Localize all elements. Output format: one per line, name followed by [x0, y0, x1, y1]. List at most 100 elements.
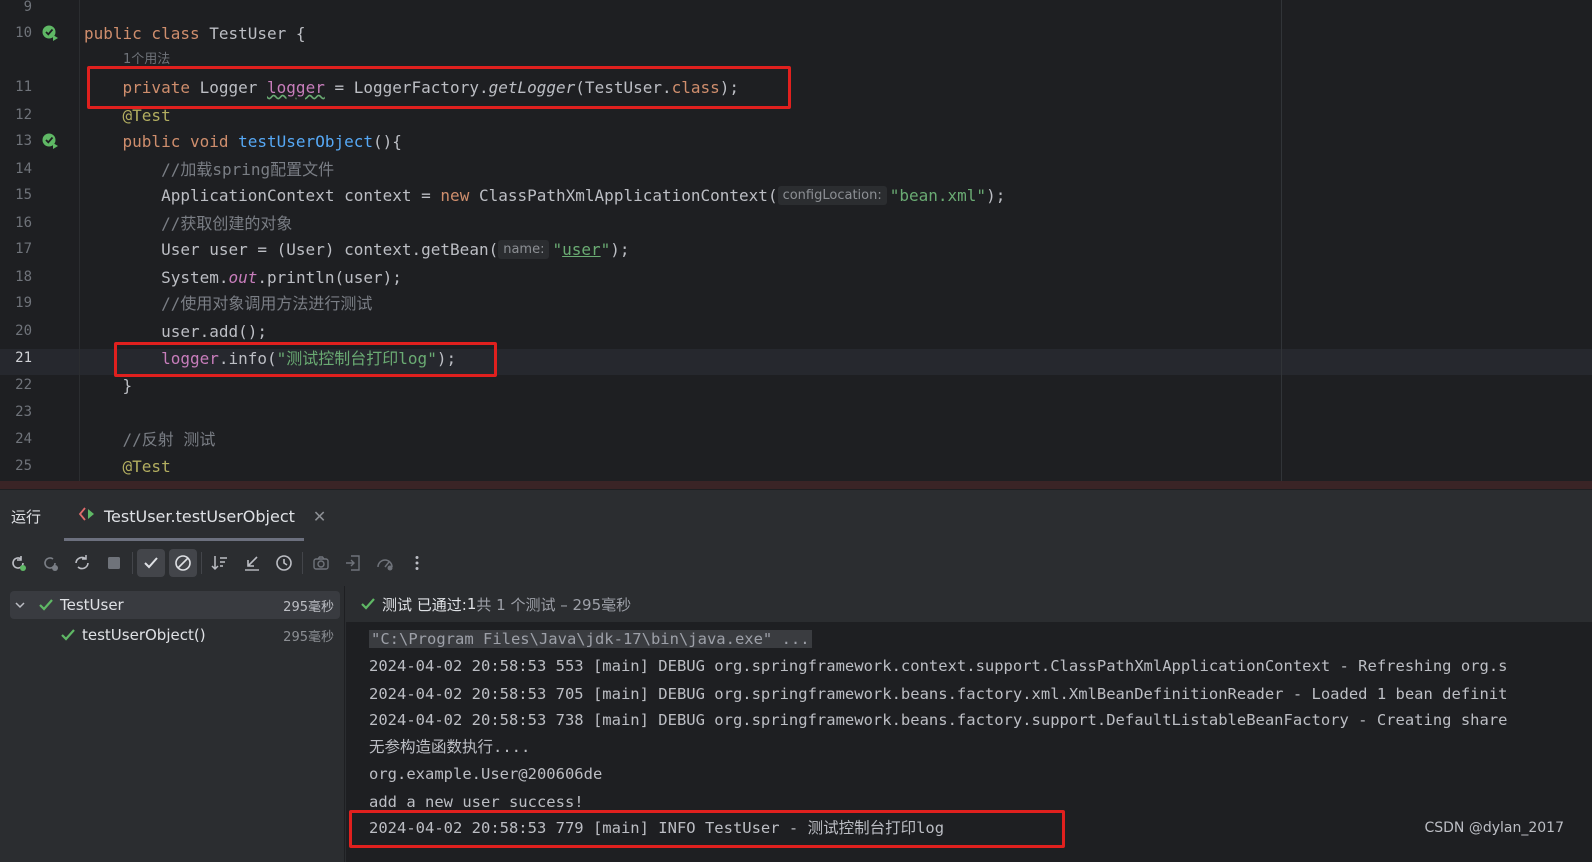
- status-count: 1: [466, 595, 477, 613]
- line-number: 23: [15, 404, 32, 420]
- code-line-16: 16 //获取创建的对象: [0, 210, 1592, 237]
- import-tests-button[interactable]: [339, 549, 367, 577]
- line-number: 18: [15, 269, 32, 285]
- code-comment: //使用对象调用方法进行测试: [161, 294, 373, 313]
- console-line: org.example.User@200606de: [369, 765, 603, 783]
- run-test-gutter-icon[interactable]: [40, 131, 60, 151]
- code-text: public class TestUser {: [84, 24, 306, 43]
- code-text: //获取创建的对象: [84, 210, 292, 237]
- console-line: 无参构造函数执行....: [369, 738, 531, 756]
- toggle-auto-test-button[interactable]: [68, 549, 96, 577]
- passed-check-icon: [38, 597, 54, 613]
- tree-item-label: TestUser: [60, 596, 124, 614]
- code-text: user.add();: [84, 322, 268, 341]
- line-number: 10: [15, 25, 32, 41]
- highlight-box-log-output: [349, 810, 1065, 848]
- watermark: CSDN @dylan_2017: [1424, 820, 1564, 836]
- java-command: "C:\Program Files\Java\jdk-17\bin\java.e…: [369, 630, 812, 648]
- code-line-25: 25 @Test: [0, 453, 1592, 480]
- rerun-button[interactable]: [4, 549, 32, 577]
- toolbar-separator: [302, 552, 303, 574]
- code-line-18: 18 System.out.println(user);: [0, 264, 1592, 291]
- code-line-23: 23: [0, 399, 1592, 426]
- code-text: ApplicationContext context = new ClassPa…: [84, 186, 1006, 205]
- partial-next-line: [0, 481, 1592, 489]
- code-comment: //获取创建的对象: [161, 214, 293, 233]
- test-duration: 295毫秒: [283, 599, 334, 615]
- code-line-13: 13 public void testUserObject(){: [0, 128, 1592, 155]
- run-toolbar: [0, 546, 1592, 580]
- code-line-19: 19 //使用对象调用方法进行测试: [0, 290, 1592, 317]
- run-tab[interactable]: TestUser.testUserObject ✕: [78, 503, 326, 529]
- code-line-14: 14 //加载spring配置文件: [0, 156, 1592, 183]
- highlight-box-logger-field: [87, 66, 791, 109]
- rerun-failed-button[interactable]: [36, 549, 64, 577]
- toolbar-separator: [132, 552, 133, 574]
- chevron-down-icon[interactable]: [14, 599, 30, 611]
- code-editor[interactable]: 9 10 public class TestUser { 1个用法 11 pri…: [0, 0, 1592, 489]
- line-number: 17: [15, 241, 32, 257]
- line-number: 12: [15, 107, 32, 123]
- code-line-17: 17 User user = (User) context.getBean(na…: [0, 236, 1592, 263]
- test-status-bar: 测试 已通过: 1 共 1 个测试 – 295毫秒: [346, 586, 1592, 622]
- code-text: //反射 测试: [84, 426, 216, 453]
- passed-check-icon: [360, 596, 376, 612]
- code-comment: //反射 测试: [122, 430, 216, 449]
- status-summary: 共 1 个测试 – 295毫秒: [476, 595, 632, 614]
- run-tab-label: TestUser.testUserObject: [104, 506, 295, 526]
- line-number: 21: [15, 350, 32, 366]
- test-history-button[interactable]: [270, 549, 298, 577]
- line-number: 19: [15, 295, 32, 311]
- close-tab-icon[interactable]: ✕: [313, 507, 326, 526]
- code-line-9: 9: [0, 0, 1592, 21]
- code-string: user: [562, 240, 601, 259]
- line-number: 11: [15, 79, 32, 95]
- line-number: 14: [15, 161, 32, 177]
- line-number: 9: [23, 0, 32, 15]
- line-number: 25: [15, 458, 32, 474]
- run-window-title: 运行: [11, 508, 42, 526]
- tree-item-testuserobject[interactable]: testUserObject() 295毫秒: [10, 621, 340, 649]
- collapse-all-button[interactable]: [238, 549, 266, 577]
- passed-check-icon: [60, 627, 76, 643]
- active-tab-underline: [64, 538, 304, 541]
- code-text: @Test: [122, 457, 171, 476]
- sort-button[interactable]: [206, 549, 234, 577]
- code-string: "bean.xml": [889, 186, 987, 205]
- line-number: 22: [15, 377, 32, 393]
- show-ignored-toggle[interactable]: [169, 549, 197, 577]
- code-text: //使用对象调用方法进行测试: [84, 290, 372, 317]
- run-test-gutter-icon[interactable]: [40, 23, 60, 43]
- line-number: 15: [15, 187, 32, 203]
- code-line-24: 24 //反射 测试: [0, 426, 1592, 453]
- highlight-box-logger-call: [114, 342, 497, 377]
- status-prefix: 测试 已通过:: [382, 595, 467, 614]
- parameter-hint: name:: [498, 240, 550, 259]
- screenshot-icon[interactable]: [307, 549, 335, 577]
- test-results-tree: TestUser 295毫秒 testUserObject() 295毫秒: [0, 586, 345, 862]
- run-tool-window: 运行 TestUser.testUserObject ✕ TestUser 29…: [0, 489, 1592, 862]
- toolbar-separator: [201, 552, 202, 574]
- test-duration: 295毫秒: [283, 629, 334, 645]
- tree-item-testuser[interactable]: TestUser 295毫秒: [10, 591, 340, 619]
- line-number: 16: [15, 215, 32, 231]
- tree-item-label: testUserObject(): [82, 626, 206, 644]
- stop-button[interactable]: [100, 549, 128, 577]
- code-text: public void testUserObject(){: [122, 132, 402, 151]
- code-line-20: 20 user.add();: [0, 318, 1592, 345]
- more-options-icon[interactable]: [403, 549, 431, 577]
- console-line: 2024-04-02 20:58:53 553 [main] DEBUG org…: [369, 657, 1508, 675]
- line-number: 24: [15, 431, 32, 447]
- console-line: 2024-04-02 20:58:53 738 [main] DEBUG org…: [369, 711, 1508, 729]
- code-text: User user = (User) context.getBean(name:…: [84, 240, 630, 259]
- code-line-10: 10 public class TestUser {: [0, 20, 1592, 47]
- code-text: System.out.println(user);: [84, 268, 402, 287]
- code-line-15: 15 ApplicationContext context = new Clas…: [0, 182, 1592, 209]
- coverage-button[interactable]: [371, 549, 399, 577]
- show-passed-toggle[interactable]: [137, 549, 165, 577]
- parameter-hint: configLocation:: [777, 186, 887, 205]
- test-config-icon: [78, 506, 96, 526]
- code-comment: //加载spring配置文件: [161, 160, 335, 179]
- console-line: "C:\Program Files\Java\jdk-17\bin\java.e…: [369, 626, 812, 653]
- code-text: //加载spring配置文件: [84, 156, 334, 183]
